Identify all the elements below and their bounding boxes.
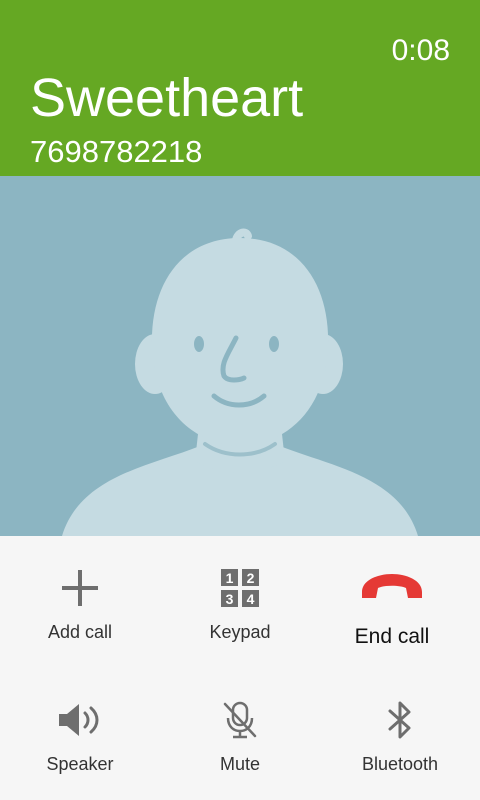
add-call-label: Add call xyxy=(47,622,113,642)
bluetooth-button[interactable]: Bluetooth xyxy=(320,668,480,800)
mic-muted-icon xyxy=(215,698,265,742)
default-avatar-icon xyxy=(62,228,418,536)
speaker-icon xyxy=(55,698,105,742)
keypad-icon: 1 2 3 4 xyxy=(215,566,265,610)
contact-name: Sweetheart xyxy=(30,68,304,128)
phone-hangup-icon xyxy=(357,566,427,610)
bluetooth-icon xyxy=(375,698,425,742)
mute-label: Mute xyxy=(219,754,261,774)
add-call-button[interactable]: Add call xyxy=(0,536,160,668)
call-controls: Add call 1 2 3 4 Keypad End call Speaker… xyxy=(0,536,480,800)
keypad-digit: 2 xyxy=(247,570,255,586)
end-call-button[interactable]: End call xyxy=(312,536,472,668)
in-call-screen: 0:08 Sweetheart 7698782218 Add call 1 2 … xyxy=(0,0,480,800)
call-header: 0:08 Sweetheart 7698782218 xyxy=(0,0,480,176)
mute-button[interactable]: Mute xyxy=(160,668,320,800)
keypad-button[interactable]: 1 2 3 4 Keypad xyxy=(160,536,320,668)
contact-photo xyxy=(0,176,480,536)
keypad-digit: 1 xyxy=(226,570,234,586)
call-timer: 0:08 xyxy=(391,34,450,67)
keypad-label: Keypad xyxy=(209,622,271,642)
end-call-label: End call xyxy=(354,625,430,648)
plus-icon xyxy=(55,566,105,610)
keypad-digit: 4 xyxy=(247,591,255,607)
keypad-digit: 3 xyxy=(226,591,234,607)
phone-number: 7698782218 xyxy=(30,134,203,169)
speaker-label: Speaker xyxy=(46,754,114,774)
bluetooth-label: Bluetooth xyxy=(361,754,439,774)
speaker-button[interactable]: Speaker xyxy=(0,668,160,800)
